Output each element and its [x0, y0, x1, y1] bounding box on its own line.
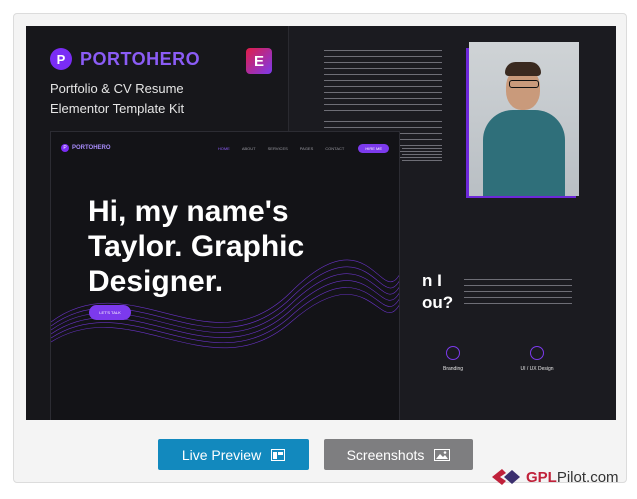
- kit-subtitle: Portfolio & CV Resume Elementor Template…: [50, 79, 250, 119]
- placeholder-text-block: [324, 50, 442, 112]
- mini-logo-icon: P: [61, 144, 69, 152]
- hero-heading: Hi, my name's Taylor. Graphic Designer.: [88, 194, 388, 299]
- portrait-hair: [505, 62, 541, 76]
- portrait-glasses: [509, 80, 539, 88]
- service-label: Branding: [442, 366, 463, 372]
- portrait-shirt: [483, 110, 565, 196]
- service-uiux: UI / UX Design: [512, 346, 562, 372]
- subtitle-line-2: Elementor Template Kit: [50, 101, 185, 116]
- portohero-logo-icon: P: [50, 48, 72, 70]
- subtitle-line-1: Portfolio & CV Resume: [50, 81, 184, 96]
- hero-line-3: Designer.: [88, 265, 224, 298]
- portrait-photo: [469, 42, 579, 196]
- live-preview-label: Live Preview: [181, 446, 262, 463]
- gplpilot-text: GPLPilot.com: [526, 469, 619, 486]
- placeholder-text-block: [464, 279, 572, 307]
- nav-link-about: ABOUT: [241, 145, 256, 151]
- service-branding: Branding: [428, 346, 478, 372]
- nav-link-home: HOME: [217, 145, 230, 151]
- question-line-2: ou?: [422, 293, 454, 312]
- screenshots-button[interactable]: Screenshots: [324, 439, 473, 470]
- elementor-icon: E: [246, 48, 272, 74]
- nav-link-services: SERVICES: [267, 145, 288, 151]
- service-label: UI / UX Design: [520, 366, 554, 372]
- inner-site-mockup: P PORTOHERO HOME ABOUT SERVICES PAGES CO…: [50, 131, 400, 420]
- screenshots-label: Screenshots: [346, 446, 425, 463]
- hire-me-button: HIRE ME: [358, 143, 389, 153]
- nav-link-contact: CONTACT: [325, 145, 345, 151]
- gplpilot-logo-icon: [492, 469, 520, 485]
- brand-header: P PORTOHERO: [50, 48, 200, 70]
- mini-brand-name: PORTOHERO: [72, 145, 111, 151]
- gpl-suffix: Pilot.com: [556, 468, 619, 486]
- placeholder-text-block: [402, 148, 442, 162]
- mockup-navbar: P PORTOHERO HOME ABOUT SERVICES PAGES CO…: [61, 140, 389, 156]
- question-line-1: n I: [422, 271, 442, 290]
- branding-icon: [446, 346, 460, 360]
- gpl-prefix: GPL: [526, 468, 557, 486]
- design-icon: [530, 346, 544, 360]
- hero-line-1: Hi, my name's: [88, 195, 289, 228]
- hero-line-2: Taylor. Graphic: [88, 230, 305, 263]
- theme-preview-image[interactable]: P PORTOHERO Portfolio & CV Resume Elemen…: [26, 26, 616, 420]
- image-icon: [434, 448, 451, 461]
- brand-name: PORTOHERO: [80, 48, 201, 69]
- live-preview-button[interactable]: Live Preview: [158, 439, 309, 470]
- mockup-nav-links: HOME ABOUT SERVICES PAGES CONTACT: [218, 146, 344, 151]
- section-question: n I ou?: [422, 270, 453, 314]
- nav-link-pages: PAGES: [299, 145, 314, 151]
- layout-icon: [271, 448, 286, 461]
- lets-talk-button: LET'S TALK: [89, 305, 131, 320]
- gplpilot-watermark: GPLPilot.com: [490, 467, 619, 487]
